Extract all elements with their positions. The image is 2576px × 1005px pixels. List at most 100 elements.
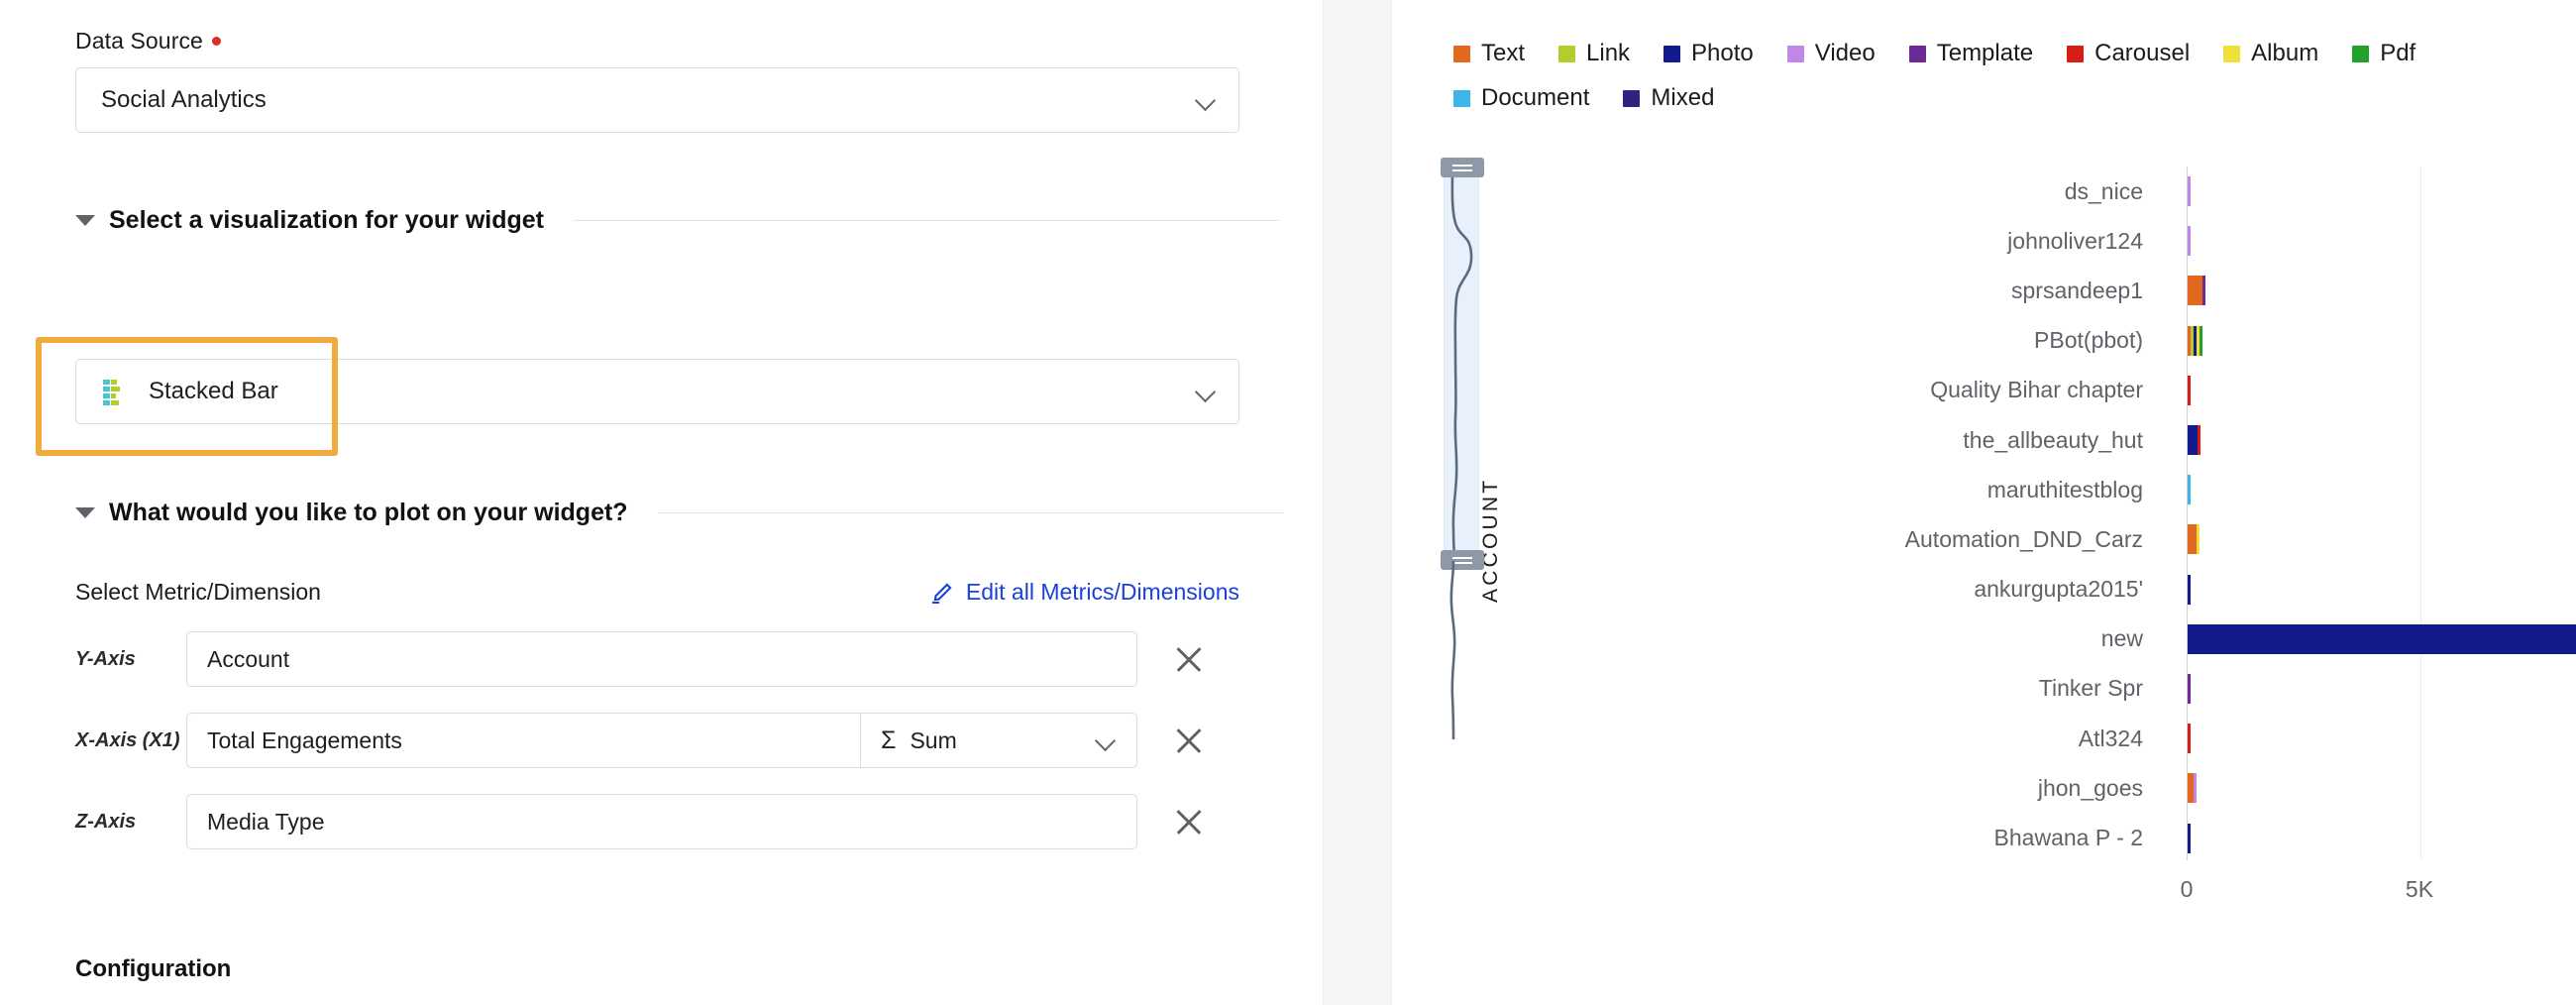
- x-axis-aggregation-value: Sum: [910, 726, 957, 753]
- y-axis-title: ACCOUNT: [1479, 477, 1502, 603]
- category-label: the_allbeauty_hut: [1963, 426, 2143, 453]
- stacked-bar[interactable]: [2188, 724, 2191, 754]
- stacked-bar[interactable]: [2188, 176, 2191, 207]
- category-label-row: Bhawana P - 2: [1511, 813, 2165, 862]
- bar-segment-document[interactable]: [2188, 475, 2191, 505]
- chart-legend: Text Link Photo Video Template Carousel Album P…: [1453, 40, 2523, 112]
- data-source-label: Data Source: [75, 28, 1279, 55]
- close-icon[interactable]: [1171, 723, 1207, 758]
- bar-segment-photo[interactable]: [2188, 425, 2199, 456]
- stacked-bar[interactable]: [2188, 276, 2206, 306]
- legend-label: Document: [1481, 84, 1590, 111]
- legend-item-link[interactable]: Link: [1558, 40, 1630, 67]
- category-label: new: [2100, 625, 2143, 652]
- category-label-row: maruthitestblog: [1511, 465, 2165, 514]
- legend-swatch-icon: [2067, 45, 2085, 62]
- category-label: maruthitestblog: [1986, 476, 2143, 502]
- stacked-bar[interactable]: [2188, 623, 2576, 654]
- panel-divider: [1323, 0, 1392, 1005]
- stacked-bar[interactable]: [2188, 773, 2198, 804]
- legend-label: Pdf: [2380, 40, 2416, 66]
- metric-header: Select Metric/Dimension Edit all Metrics…: [75, 579, 1239, 606]
- stacked-bar[interactable]: [2188, 375, 2191, 405]
- axis-row-y: Y-Axis Account: [75, 631, 1284, 687]
- axis-row-z: Z-Axis Media Type: [75, 794, 1284, 849]
- stacked-bar[interactable]: [2188, 823, 2191, 853]
- bar-row: [2188, 415, 2576, 465]
- bar-segment-carousel[interactable]: [2188, 724, 2191, 754]
- legend-item-document[interactable]: Document: [1453, 84, 1589, 112]
- data-source-select[interactable]: Social Analytics: [75, 67, 1239, 133]
- legend-item-photo[interactable]: Photo: [1664, 40, 1754, 67]
- stacked-bar[interactable]: [2188, 574, 2191, 605]
- x-axis-label: X-Axis (X1): [75, 728, 180, 751]
- bar-segment-photo[interactable]: [2188, 574, 2191, 605]
- x-axis-aggregation-select[interactable]: Σ Sum: [860, 713, 1137, 768]
- close-icon[interactable]: [1171, 641, 1207, 677]
- legend-item-carousel[interactable]: Carousel: [2067, 40, 2190, 67]
- visualization-section-title: Select a visualization for your widget: [109, 206, 544, 234]
- z-axis-input[interactable]: Media Type: [186, 794, 1137, 849]
- bar-segment-photo[interactable]: [2188, 823, 2191, 853]
- visualization-select[interactable]: Stacked Bar: [75, 359, 1239, 424]
- triangle-down-icon[interactable]: [75, 215, 95, 226]
- chart-preview-panel: Text Link Photo Video Template Carousel Album P…: [1392, 0, 2576, 1005]
- legend-swatch-icon: [1558, 45, 1576, 62]
- bar-row: [2188, 216, 2576, 266]
- minimap-handle-top[interactable]: [1441, 158, 1484, 177]
- visualization-value: Stacked Bar: [149, 378, 278, 404]
- bar-segment-template[interactable]: [2202, 276, 2206, 306]
- bar-segment-carousel[interactable]: [2188, 375, 2191, 405]
- stacked-bar[interactable]: [2188, 475, 2191, 505]
- category-label-row: johnoliver124: [1511, 216, 2165, 266]
- legend-swatch-icon: [1623, 89, 1641, 107]
- widget-builder-app: Data Source Social Analytics Select a vi…: [0, 0, 2576, 1005]
- bar-segment-template[interactable]: [2188, 673, 2191, 704]
- bar-segment-pdf[interactable]: [2200, 325, 2202, 356]
- legend-item-mixed[interactable]: Mixed: [1623, 84, 1714, 112]
- triangle-down-icon[interactable]: [75, 507, 95, 518]
- select-metric-label: Select Metric/Dimension: [75, 579, 321, 605]
- legend-item-template[interactable]: Template: [1908, 40, 2034, 67]
- stacked-bar[interactable]: [2188, 673, 2191, 704]
- bar-segment-text[interactable]: [2188, 524, 2198, 555]
- legend-item-video[interactable]: Video: [1786, 40, 1876, 67]
- bar-segment-video[interactable]: [2188, 226, 2191, 257]
- category-label-row: Quality Bihar chapter: [1511, 366, 2165, 415]
- legend-label: Template: [1936, 40, 2034, 66]
- bar-segment-photo[interactable]: [2188, 623, 2576, 654]
- category-label: jhon_goes: [2037, 774, 2143, 801]
- y-axis-input[interactable]: Account: [186, 631, 1137, 687]
- legend-item-text[interactable]: Text: [1453, 40, 1525, 67]
- bar-segment-text[interactable]: [2188, 276, 2203, 306]
- close-icon[interactable]: [1171, 804, 1207, 839]
- bar-row: [2188, 813, 2576, 862]
- plot-section-title: What would you like to plot on your widg…: [109, 499, 628, 526]
- data-zoom-minimap[interactable]: [1441, 158, 1484, 570]
- bar-segment-video[interactable]: [2188, 176, 2191, 207]
- category-label: johnoliver124: [2007, 227, 2143, 254]
- stacked-bar[interactable]: [2188, 425, 2201, 456]
- category-label: Tinker Spr: [2038, 675, 2143, 702]
- x-axis-input[interactable]: Total Engagements: [186, 713, 860, 768]
- stacked-bar[interactable]: [2188, 325, 2202, 356]
- category-label: Atl324: [2078, 725, 2143, 751]
- legend-label: Link: [1586, 40, 1631, 66]
- bar-segment-album[interactable]: [2197, 524, 2200, 555]
- legend-item-pdf[interactable]: Pdf: [2352, 40, 2415, 67]
- legend-label: Video: [1814, 40, 1876, 66]
- legend-swatch-icon: [1453, 45, 1470, 62]
- category-axis-labels: ds_nice johnoliver124 sprsandeep1 PBot(pbot…: [1511, 167, 2165, 863]
- legend-item-album[interactable]: Album: [2223, 40, 2318, 67]
- data-source-value: Social Analytics: [101, 86, 267, 113]
- category-label-row: the_allbeauty_hut: [1511, 415, 2165, 465]
- bar-segment-video[interactable]: [2194, 773, 2198, 804]
- plot-section-header[interactable]: What would you like to plot on your widg…: [75, 499, 1284, 527]
- section-divider: [657, 511, 1284, 514]
- category-label-row: jhon_goes: [1511, 763, 2165, 813]
- bar-segment-carousel[interactable]: [2198, 425, 2201, 456]
- visualization-section-header[interactable]: Select a visualization for your widget: [75, 206, 1279, 235]
- stacked-bar[interactable]: [2188, 226, 2191, 257]
- stacked-bar[interactable]: [2188, 524, 2200, 555]
- edit-all-metrics-link[interactable]: Edit all Metrics/Dimensions: [929, 579, 1239, 606]
